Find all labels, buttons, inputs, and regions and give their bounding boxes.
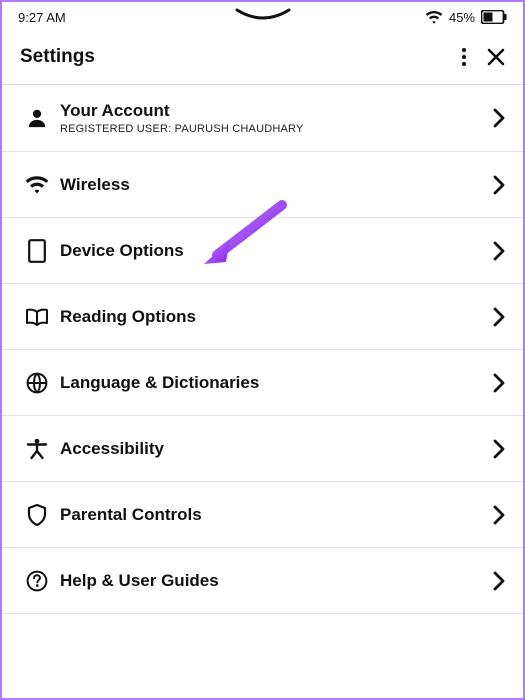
row-parental-controls[interactable]: Parental Controls bbox=[2, 482, 523, 548]
chevron-right-icon bbox=[493, 373, 505, 393]
row-help-guides[interactable]: Help & User Guides bbox=[2, 548, 523, 614]
row-label: Language & Dictionaries bbox=[60, 373, 493, 393]
tablet-icon bbox=[20, 239, 54, 263]
status-time: 9:27 AM bbox=[18, 10, 66, 25]
row-language-dictionaries[interactable]: Language & Dictionaries bbox=[2, 350, 523, 416]
book-icon bbox=[20, 308, 54, 326]
chevron-right-icon bbox=[493, 571, 505, 591]
row-reading-options[interactable]: Reading Options bbox=[2, 284, 523, 350]
row-your-account[interactable]: Your Account REGISTERED USER: PAURUSH CH… bbox=[2, 85, 523, 152]
chevron-right-icon bbox=[493, 307, 505, 327]
battery-icon bbox=[481, 10, 507, 24]
page-title: Settings bbox=[20, 46, 95, 68]
wifi-status-icon bbox=[425, 10, 443, 24]
help-icon bbox=[20, 570, 54, 592]
row-wireless[interactable]: Wireless bbox=[2, 152, 523, 218]
accessibility-icon bbox=[20, 438, 54, 460]
close-button[interactable] bbox=[487, 48, 505, 66]
row-device-options[interactable]: Device Options bbox=[2, 218, 523, 284]
row-accessibility[interactable]: Accessibility bbox=[2, 416, 523, 482]
user-icon bbox=[20, 107, 54, 129]
row-sublabel: REGISTERED USER: PAURUSH CHAUDHARY bbox=[60, 123, 493, 135]
status-bar: 9:27 AM 45% bbox=[2, 2, 523, 32]
row-label: Help & User Guides bbox=[60, 571, 493, 591]
row-label: Accessibility bbox=[60, 439, 493, 459]
row-label: Device Options bbox=[60, 241, 493, 261]
battery-percent: 45% bbox=[449, 10, 475, 25]
row-label: Reading Options bbox=[60, 307, 493, 327]
grab-handle-icon bbox=[233, 8, 293, 24]
row-label: Wireless bbox=[60, 175, 493, 195]
settings-header: Settings bbox=[2, 32, 523, 85]
chevron-right-icon bbox=[493, 439, 505, 459]
more-options-button[interactable] bbox=[461, 47, 467, 67]
row-label: Parental Controls bbox=[60, 505, 493, 525]
settings-list: Your Account REGISTERED USER: PAURUSH CH… bbox=[2, 85, 523, 614]
row-label: Your Account bbox=[60, 101, 493, 121]
chevron-right-icon bbox=[493, 505, 505, 525]
shield-icon bbox=[20, 504, 54, 526]
globe-icon bbox=[20, 372, 54, 394]
wifi-icon bbox=[20, 176, 54, 194]
chevron-right-icon bbox=[493, 108, 505, 128]
chevron-right-icon bbox=[493, 175, 505, 195]
chevron-right-icon bbox=[493, 241, 505, 261]
